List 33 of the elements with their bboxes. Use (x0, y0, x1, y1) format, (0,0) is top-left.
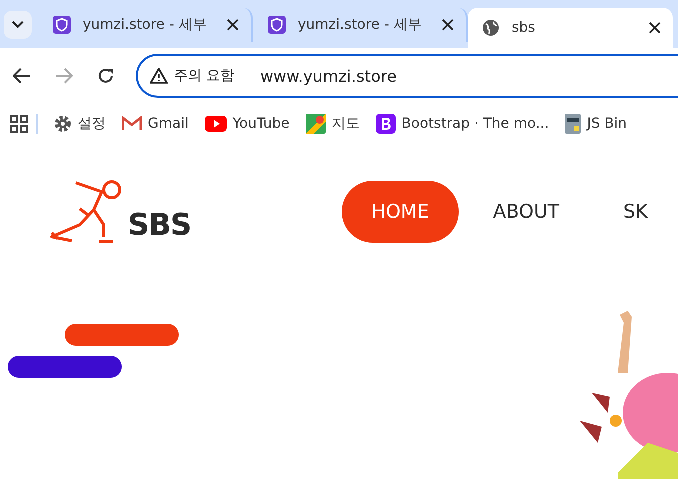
url-text: www.yumzi.store (260, 66, 397, 86)
bookmark-link[interactable]: Gmail (114, 112, 197, 136)
address-bar[interactable]: 주의 요함 www.yumzi.store (136, 54, 678, 98)
bookmark-link[interactable]: 설정 (46, 110, 114, 136)
shield-icon (53, 16, 71, 34)
logo-text: SBS (128, 208, 192, 243)
mail-icon (122, 116, 142, 131)
reload-icon (97, 67, 115, 85)
close-icon[interactable] (442, 19, 454, 31)
browser-tab[interactable]: yumzi.store - 세부 (38, 8, 253, 42)
nav-link[interactable]: HOME (342, 181, 460, 243)
bookmark-link[interactable]: JS Bin (557, 110, 636, 138)
warning-icon (150, 68, 168, 84)
map-pin-icon (306, 114, 326, 134)
bookmark-link[interactable]: Bootstrap · The mo... (368, 110, 558, 138)
nav-link[interactable]: SK (593, 181, 678, 243)
chevron-down-icon (12, 21, 24, 29)
apps-grid-icon[interactable] (10, 114, 28, 132)
close-icon[interactable] (649, 22, 661, 34)
bookmark-link[interactable]: 지도 (298, 110, 368, 138)
tab-list-button[interactable] (4, 11, 32, 39)
nav-link[interactable]: ABOUT (463, 181, 590, 243)
forward-arrow-icon (55, 68, 73, 84)
back-arrow-icon (13, 68, 31, 84)
shield-icon (268, 16, 286, 34)
bookmark-link[interactable]: YouTube (196, 112, 298, 136)
settings-icon (54, 114, 72, 132)
browser-tab[interactable]: sbs (468, 8, 673, 48)
letter-b-icon (376, 114, 396, 134)
video-play-icon (204, 116, 227, 132)
globe-icon (482, 19, 500, 37)
security-warning[interactable]: 주의 요함 (174, 67, 234, 85)
close-icon[interactable] (227, 19, 239, 31)
